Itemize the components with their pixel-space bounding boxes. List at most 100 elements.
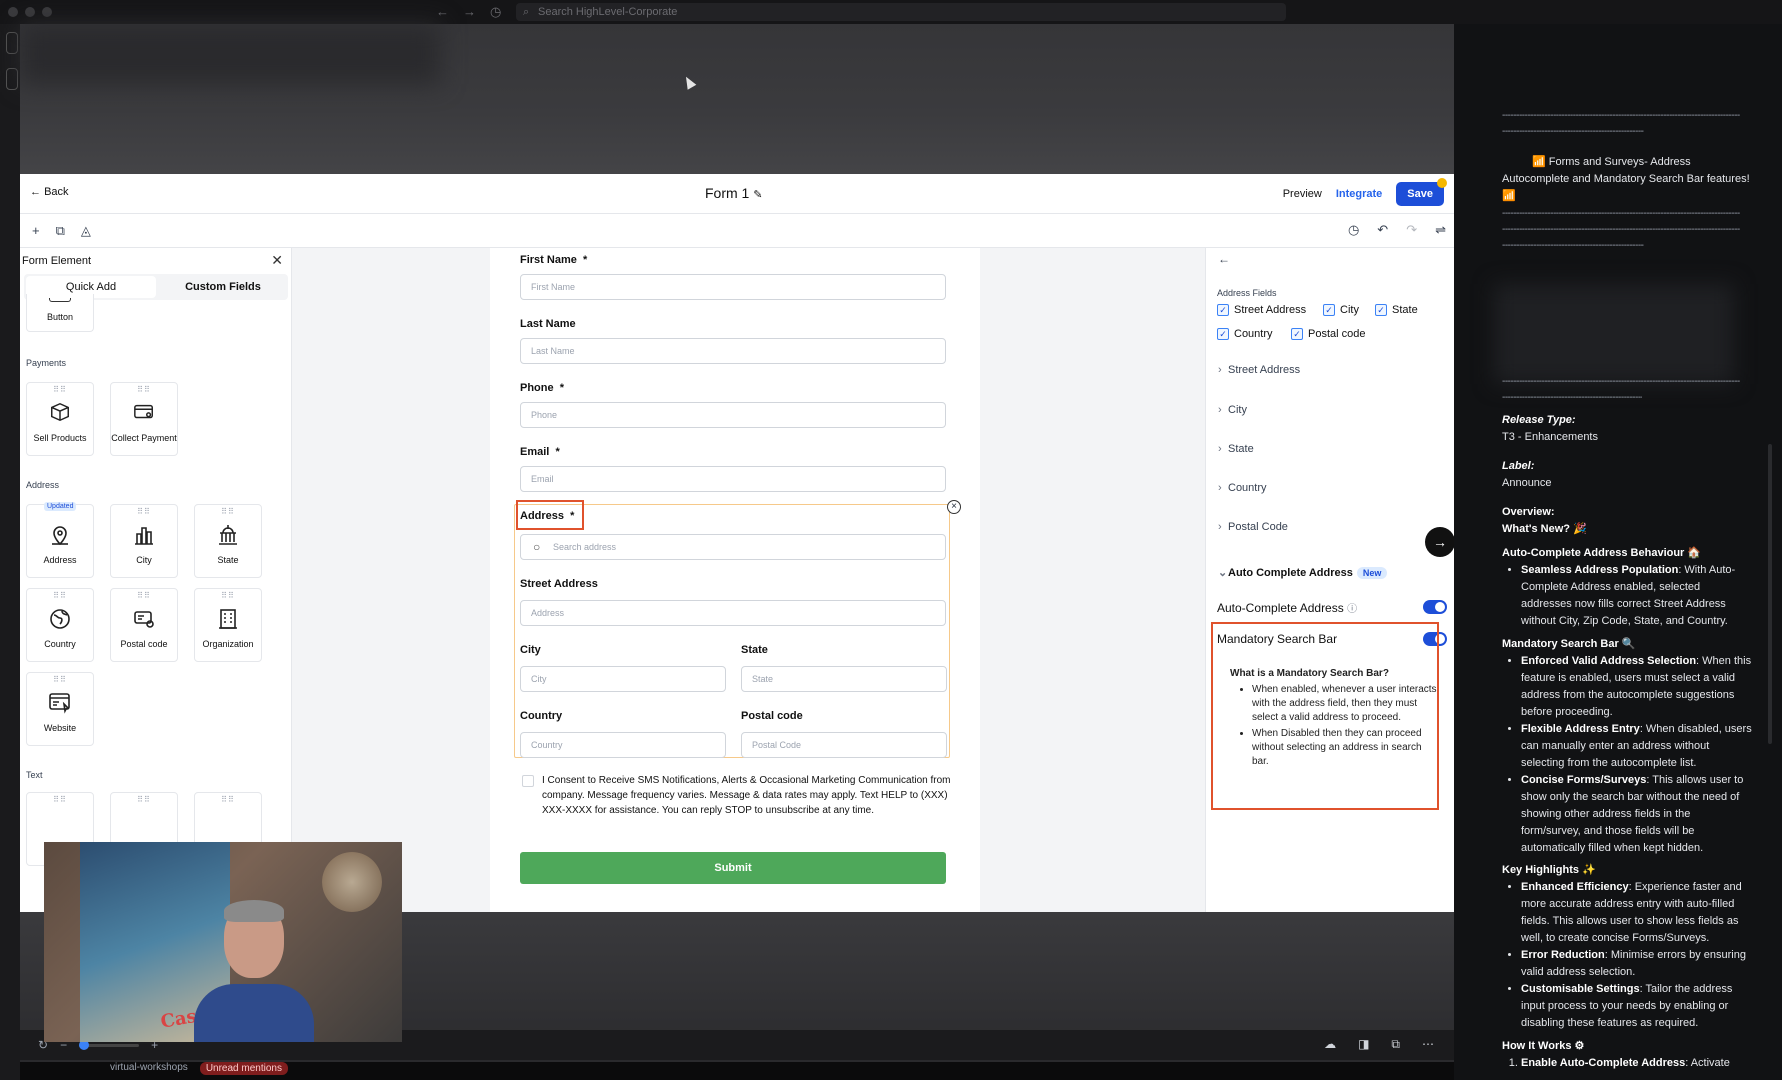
- auto-complete-toggle[interactable]: [1423, 600, 1447, 614]
- arrow-left-icon: ←: [30, 186, 45, 198]
- layers-icon[interactable]: ⧉: [56, 223, 65, 239]
- email-input[interactable]: Email: [520, 466, 946, 492]
- tab-custom-fields[interactable]: Custom Fields: [158, 274, 288, 300]
- element-tile-sell-products[interactable]: ⠿⠿ Sell Products: [26, 382, 94, 456]
- first-name-input[interactable]: First Name: [520, 274, 946, 300]
- search-icon: ⌕: [523, 6, 530, 18]
- drag-handle-icon[interactable]: ⠿⠿: [111, 507, 177, 517]
- sparkles-icon: ✨: [1582, 864, 1596, 876]
- mandatory-list: Enforced Valid Address Selection: When t…: [1502, 653, 1752, 857]
- postal-code-label: Postal code: [741, 710, 803, 722]
- more-icon[interactable]: ⋯: [1422, 1037, 1434, 1052]
- copy-icon[interactable]: ⧉: [1391, 1037, 1400, 1052]
- drag-handle-icon[interactable]: ⠿⠿: [27, 385, 93, 395]
- dock-app-icon[interactable]: [6, 68, 18, 90]
- drag-handle-icon[interactable]: ⠿⠿: [27, 675, 93, 685]
- checkbox-postal-code[interactable]: ✓ Postal code: [1291, 328, 1365, 340]
- last-name-input[interactable]: Last Name: [520, 338, 946, 364]
- history-icon[interactable]: ◷: [490, 4, 501, 20]
- check-icon: ✓: [1323, 304, 1335, 316]
- style-icon[interactable]: ◬: [81, 223, 91, 239]
- history-icon[interactable]: ◷: [1348, 222, 1359, 238]
- drag-handle-icon[interactable]: ⠿⠿: [195, 795, 261, 805]
- form-title[interactable]: Form 1 ✎: [705, 185, 762, 201]
- element-tile-website[interactable]: ⠿⠿ Website: [26, 672, 94, 746]
- undo-icon[interactable]: ↶: [1377, 222, 1388, 238]
- add-element-icon[interactable]: +: [32, 223, 40, 239]
- arrow-left-icon[interactable]: ←: [1218, 252, 1230, 266]
- element-tile-city[interactable]: ⠿⠿ City: [110, 504, 178, 578]
- global-search-bar[interactable]: ⌕ Search HighLevel-Corporate: [516, 3, 1286, 21]
- element-tile-state[interactable]: ⠿⠿ State: [194, 504, 262, 578]
- back-button[interactable]: ← Back: [30, 186, 69, 198]
- arrow-right-fab[interactable]: →: [1425, 527, 1454, 557]
- drag-handle-icon[interactable]: ⠿⠿: [27, 795, 93, 805]
- drag-handle-icon[interactable]: ⠿⠿: [27, 591, 93, 601]
- phone-label: Phone *: [520, 382, 565, 394]
- overview-heading: Overview:: [1502, 506, 1555, 518]
- chevron-right-icon: ›: [1218, 443, 1222, 455]
- minimize-window-dot[interactable]: [25, 7, 35, 17]
- sidebar-icon[interactable]: ◨: [1358, 1037, 1369, 1052]
- accordion-city[interactable]: › City: [1218, 404, 1247, 416]
- window-controls[interactable]: [8, 7, 52, 17]
- last-name-label: Last Name: [520, 318, 576, 330]
- scrollbar[interactable]: [1768, 444, 1772, 744]
- checkbox-country[interactable]: ✓ Country: [1217, 328, 1273, 340]
- postal-code-input[interactable]: Postal Code: [741, 732, 947, 758]
- drag-handle-icon[interactable]: ⠿⠿: [111, 795, 177, 805]
- close-icon[interactable]: ✕: [271, 252, 283, 269]
- button-icon: [49, 298, 71, 302]
- consent-checkbox[interactable]: [522, 775, 534, 787]
- accordion-postal-code[interactable]: › Postal Code: [1218, 521, 1288, 533]
- cloud-icon[interactable]: ☁: [1324, 1037, 1336, 1052]
- section-text: Text: [26, 770, 43, 780]
- element-tile-country[interactable]: ⠿⠿ Country: [26, 588, 94, 662]
- drag-handle-icon[interactable]: ⠿⠿: [111, 591, 177, 601]
- integrate-button[interactable]: Integrate: [1336, 188, 1382, 200]
- address-search-input[interactable]: ○ Search address: [520, 534, 946, 560]
- close-window-dot[interactable]: [8, 7, 18, 17]
- list-item: Enforced Valid Address Selection: When t…: [1521, 653, 1752, 721]
- country-input[interactable]: Country: [520, 732, 726, 758]
- redo-icon[interactable]: ↷: [1406, 222, 1417, 238]
- dock-app-icon[interactable]: [6, 32, 18, 54]
- city-input[interactable]: City: [520, 666, 726, 692]
- accordion-state[interactable]: › State: [1218, 443, 1254, 455]
- element-tile-address[interactable]: Updated Address: [26, 502, 94, 578]
- help-icon[interactable]: ⓘ: [1347, 604, 1357, 615]
- remove-field-icon[interactable]: ×: [947, 500, 961, 514]
- drag-handle-icon[interactable]: ⠿⠿: [195, 591, 261, 601]
- element-tile-button[interactable]: Button: [26, 294, 94, 332]
- street-address-input[interactable]: Address: [520, 600, 946, 626]
- forward-arrow-icon[interactable]: →: [463, 4, 476, 20]
- drag-handle-icon[interactable]: ⠿⠿: [111, 385, 177, 395]
- unread-mentions-badge[interactable]: Unread mentions: [199, 1062, 288, 1075]
- pencil-icon[interactable]: ✎: [753, 189, 762, 201]
- save-button[interactable]: Save: [1396, 178, 1447, 206]
- webcam-video[interactable]: Casablanca: [44, 842, 402, 1042]
- zoom-slider[interactable]: [79, 1039, 140, 1050]
- blurred-background: [20, 24, 1454, 174]
- element-tile-collect-payment[interactable]: ⠿⠿ Collect Payment: [110, 382, 178, 456]
- chevron-right-icon: ›: [1218, 364, 1222, 376]
- accordion-country[interactable]: › Country: [1218, 482, 1267, 494]
- accordion-auto-complete-address[interactable]: ⌄Auto Complete Address New: [1218, 566, 1388, 579]
- preview-button[interactable]: Preview: [1283, 188, 1322, 200]
- state-input[interactable]: State: [741, 666, 947, 692]
- channel-name[interactable]: virtual-workshops: [110, 1062, 188, 1075]
- submit-button[interactable]: Submit: [520, 852, 946, 884]
- zoom-window-dot[interactable]: [42, 7, 52, 17]
- settings-sliders-icon[interactable]: ⇌: [1435, 222, 1446, 238]
- element-tile-organization[interactable]: ⠿⠿ Organization: [194, 588, 262, 662]
- checkbox-city[interactable]: ✓ City: [1323, 304, 1359, 316]
- accordion-street-address[interactable]: › Street Address: [1218, 364, 1300, 376]
- divider: ----------------------------------------…: [1502, 392, 1642, 403]
- element-tile-postal-code[interactable]: ⠿⠿ Postal code: [110, 588, 178, 662]
- new-badge: New: [1356, 567, 1388, 579]
- drag-handle-icon[interactable]: ⠿⠿: [195, 507, 261, 517]
- checkbox-state[interactable]: ✓ State: [1375, 304, 1418, 316]
- phone-input[interactable]: Phone: [520, 402, 946, 428]
- checkbox-street-address[interactable]: ✓ Street Address: [1217, 304, 1306, 316]
- back-arrow-icon[interactable]: ←: [436, 4, 449, 20]
